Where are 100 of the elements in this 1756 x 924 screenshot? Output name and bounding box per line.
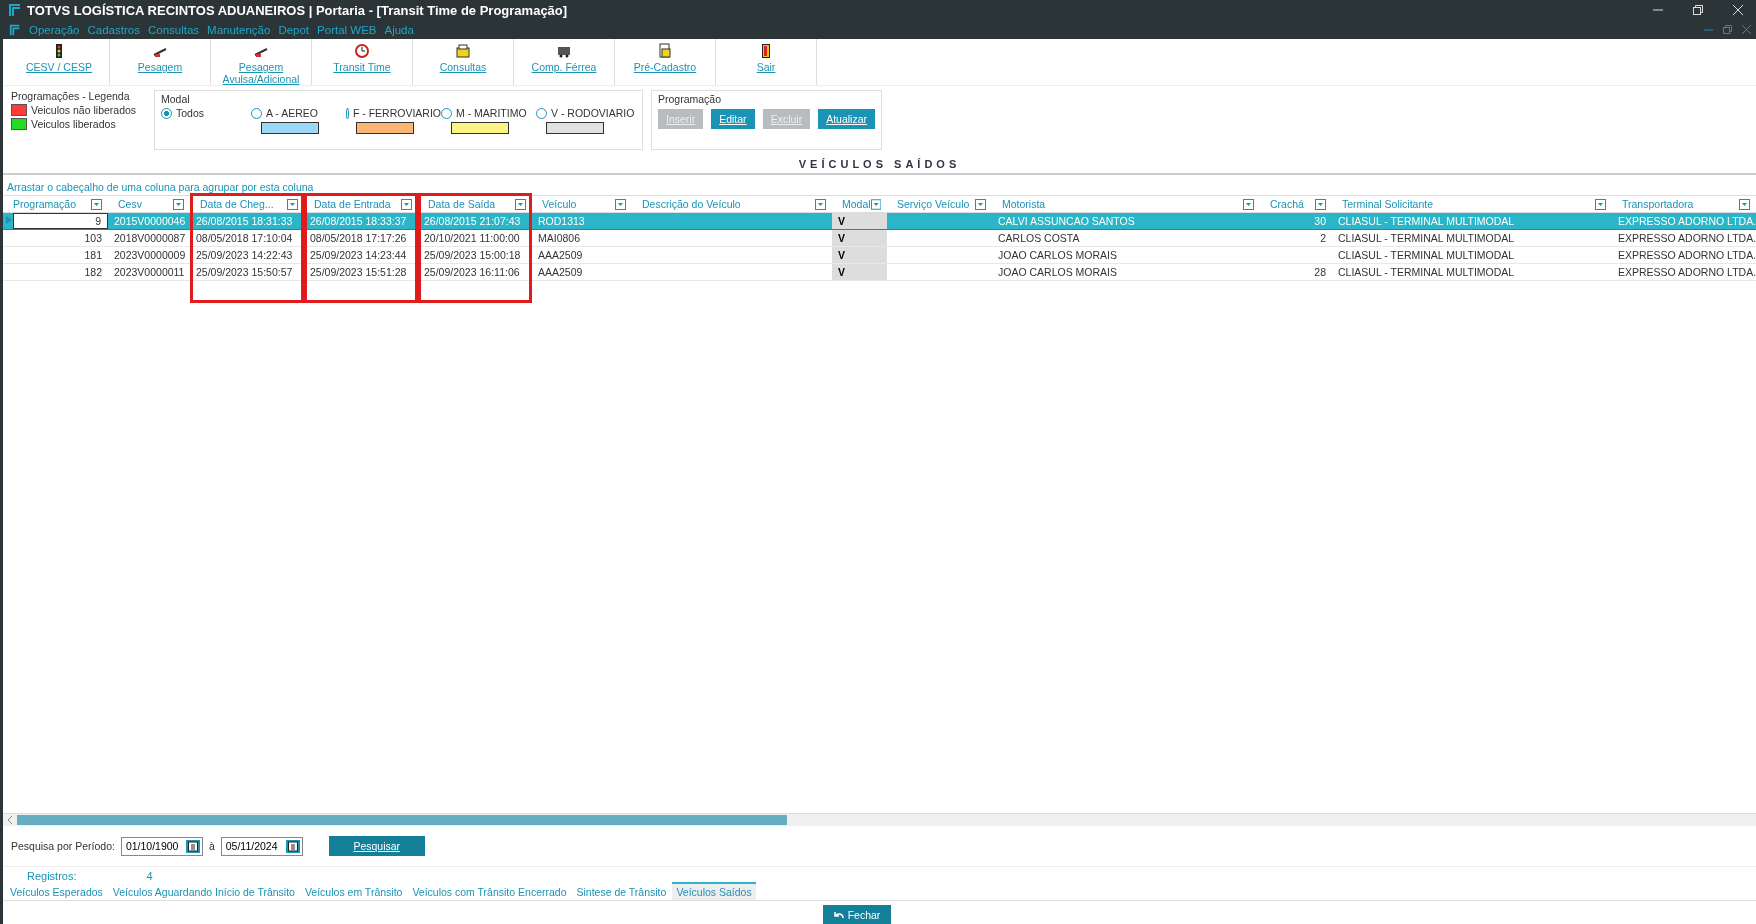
menu-item[interactable]: Depot [278, 23, 310, 36]
toolbar-button[interactable]: CESV / CESP [9, 39, 110, 85]
menu-item[interactable]: Consultas [147, 23, 200, 36]
tab[interactable]: Veículos Saídos [672, 882, 756, 900]
table-cell-text: 30 [1313, 214, 1327, 229]
radio-option[interactable]: V - RODOVIARIO [536, 107, 636, 119]
toolbar-button[interactable]: Transit Time [312, 39, 413, 85]
row-pointer-icon [6, 216, 12, 224]
date-field[interactable]: 01/10/1900 [120, 836, 203, 856]
table-cell-text: 08/05/2018 17:10:04 [195, 231, 294, 246]
toolbar-button[interactable]: Sair [716, 39, 817, 85]
search-button[interactable]: Pesquisar [328, 836, 425, 856]
table-row[interactable]: 9 2015V0000046 26/08/2015 18:31:33 26/08/2015 18:33:37 26/08/2015 21:07:43 ROD1313 V CALVI ASSUNCAO SANTOS 30 CLIASUL - TERMINAL MULTIMODAL EXPRESSO ADORNO LTDA. [3, 213, 1756, 230]
dropdown-icon[interactable] [975, 198, 986, 210]
dropdown-icon[interactable] [615, 198, 626, 210]
document-icon [657, 43, 673, 59]
column-header[interactable]: Descrição do Veículo [642, 198, 741, 210]
column-header[interactable]: Transportadora [1622, 198, 1694, 210]
column-header[interactable]: Veículo [542, 198, 577, 210]
table-cell-text: EXPRESSO ADORNO LTDA. [1617, 265, 1756, 280]
table-cell: V [832, 230, 887, 246]
legend-title: Programações - Legenda [11, 90, 131, 102]
dropdown-icon[interactable] [401, 198, 412, 210]
table-cell-text: 2023V0000009 [113, 248, 187, 263]
dropdown-icon[interactable] [1243, 198, 1254, 210]
table-cell-text: 181 [83, 248, 103, 263]
dropdown-icon[interactable] [91, 198, 102, 210]
table-cell-text: MAI0806 [537, 231, 582, 246]
radio-option[interactable]: F - FERROVIARIO [346, 107, 441, 119]
radio-option[interactable]: M - MARITIMO [441, 107, 536, 119]
records-count: 4 [146, 870, 153, 882]
table-cell-text: EXPRESSO ADORNO LTDA. [1617, 248, 1756, 263]
menu-item[interactable]: Portal WEB [317, 23, 377, 36]
toolbar-button[interactable]: Pré-Cadastro [615, 39, 716, 85]
action-button[interactable]: Atualizar [818, 109, 875, 129]
horizontal-scrollbar[interactable] [3, 813, 1756, 826]
dropdown-icon[interactable] [1315, 198, 1326, 210]
action-button[interactable]: Editar [711, 109, 755, 129]
radio-option[interactable]: Todos [161, 107, 251, 119]
tab[interactable]: Veículos em Trânsito [300, 882, 407, 900]
table-cell-text: 103 [83, 231, 103, 246]
calendar-icon[interactable] [185, 839, 200, 853]
close-button[interactable]: Fechar [823, 905, 891, 924]
menu-item[interactable]: Operação [29, 23, 80, 36]
panel-title: Programação [658, 93, 723, 105]
menu-item[interactable]: Ajuda [384, 23, 414, 36]
table-cell-text: 25/09/2023 15:50:57 [195, 265, 294, 280]
tab[interactable]: Veículos Esperados [6, 882, 107, 900]
dropdown-icon[interactable] [173, 198, 184, 210]
column-header[interactable]: Serviço Veículo [897, 198, 970, 210]
toolbar-button[interactable]: Pesagem [110, 39, 211, 85]
table-cell-text: AAA2509 [537, 248, 584, 263]
menu-item[interactable]: Cadastros [87, 23, 140, 36]
column-header[interactable]: Terminal Solicitante [1342, 198, 1434, 210]
table-cell-text: JOAO CARLOS MORAIS [997, 265, 1119, 280]
tab[interactable]: Veículos Aguardando Início de Trânsito [108, 882, 299, 900]
scroll-left-icon[interactable] [7, 816, 13, 824]
toolbar-button[interactable]: Pesagem Avulsa/Adicional [211, 39, 312, 85]
group-hint: Arrastar o cabeçalho de uma coluna para agrupar por esta coluna [7, 181, 314, 193]
calendar-icon[interactable] [285, 839, 300, 853]
column-header[interactable]: Programação [13, 198, 77, 210]
restore-icon[interactable] [1692, 4, 1704, 16]
dropdown-icon[interactable] [870, 198, 881, 210]
legend-label: Veiculos liberados [31, 118, 116, 130]
column-header[interactable]: Crachá [1270, 198, 1304, 210]
table-cell-text: 2018V0000087 [113, 231, 187, 246]
records-label: Registros: [27, 870, 77, 882]
toolbar-button[interactable]: Comp. Férrea [514, 39, 615, 85]
dropdown-icon[interactable] [287, 198, 298, 210]
table-cell-text: CLIASUL - TERMINAL MULTIMODAL [1337, 214, 1516, 229]
column-header[interactable]: Data de Cheg... [200, 198, 274, 210]
toolbar-button[interactable]: Consultas [413, 39, 514, 85]
menu-item[interactable]: Manutenção [207, 23, 271, 36]
printer-icon [455, 43, 471, 59]
tab[interactable]: Veículos com Trânsito Encerrado [408, 882, 571, 900]
table-cell: V [832, 247, 887, 263]
table-cell-text: 26/08/2015 18:31:33 [195, 214, 294, 229]
dropdown-icon[interactable] [515, 198, 526, 210]
app-icon [9, 3, 21, 17]
table-row[interactable]: 103 2018V0000087 08/05/2018 17:10:04 08/05/2018 17:17:26 20/10/2021 11:00:00 MAI0806 V CARLOS COSTA 2 CLIASUL - TERMINAL MULTIMODAL EXPRESSO ADORNO LTDA. [3, 230, 1756, 247]
column-header[interactable]: Cesv [118, 198, 142, 210]
table-cell-text: 2 [1319, 231, 1327, 246]
table-cell-text: 2023V0000011 [113, 265, 186, 280]
date-field[interactable]: 05/11/2024 [220, 836, 303, 856]
dropdown-icon[interactable] [815, 198, 826, 210]
column-header[interactable]: Modal [842, 198, 871, 210]
column-header[interactable]: Data de Saída [428, 198, 496, 210]
column-header[interactable]: Data de Entrada [314, 198, 391, 210]
table-row[interactable]: 182 2023V0000011 25/09/2023 15:50:57 25/09/2023 15:51:28 25/09/2023 16:11:06 AAA2509 V JOAO CARLOS MORAIS 28 CLIASUL - TERMINAL MULTIMODAL EXPRESSO ADORNO LTDA. [3, 264, 1756, 281]
tab[interactable]: Sintese de Trânsito [572, 882, 671, 900]
table-cell-text: 25/09/2023 14:22:43 [195, 248, 294, 263]
table-cell-text: CLIASUL - TERMINAL MULTIMODAL [1337, 265, 1516, 280]
table-cell-text: 28 [1313, 265, 1327, 280]
panel-title: Modal [161, 93, 191, 105]
radio-option[interactable]: A - AEREO [251, 107, 346, 119]
table-cell: V [832, 213, 887, 229]
dropdown-icon[interactable] [1595, 198, 1606, 210]
table-row[interactable]: 181 2023V0000009 25/09/2023 14:22:43 25/09/2023 14:23:44 25/09/2023 15:00:18 AAA2509 V JOAO CARLOS MORAIS CLIASUL - TERMINAL MULTIMODAL EXPRESSO ADORNO LTDA. [3, 247, 1756, 264]
column-header[interactable]: Motorista [1002, 198, 1046, 210]
dropdown-icon[interactable] [1739, 198, 1750, 210]
